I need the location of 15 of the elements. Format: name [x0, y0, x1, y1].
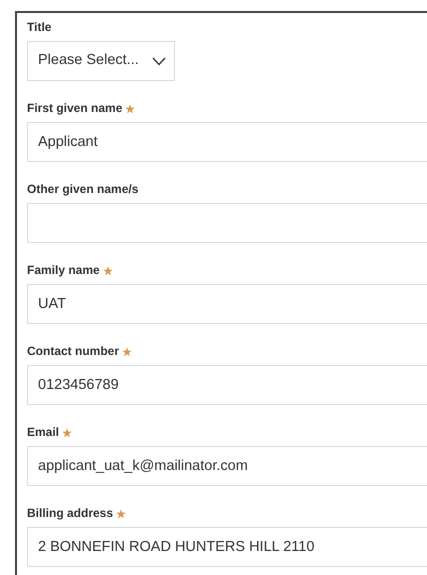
field-label: Family name: [27, 263, 100, 278]
input-field[interactable]: UAT: [27, 284, 427, 324]
field-label: Title: [27, 20, 52, 35]
field-label: Contact number: [27, 344, 120, 359]
chevron-down-icon: [152, 56, 166, 66]
input-field[interactable]: applicant_uat_k@mailinator.com: [27, 446, 427, 486]
input-field[interactable]: 0123456789: [27, 365, 427, 405]
field-label: First given name: [27, 101, 122, 116]
field-label: Other given name/s: [27, 182, 138, 197]
input-field[interactable]: [27, 203, 427, 243]
input-field[interactable]: 2 BONNEFIN ROAD HUNTERS HILL 2110: [27, 527, 427, 567]
title-dropdown[interactable]: Please Select...: [27, 41, 175, 81]
field-label: Billing address: [27, 506, 114, 521]
field-label: Email: [27, 425, 60, 440]
input-field[interactable]: Applicant: [27, 122, 427, 162]
